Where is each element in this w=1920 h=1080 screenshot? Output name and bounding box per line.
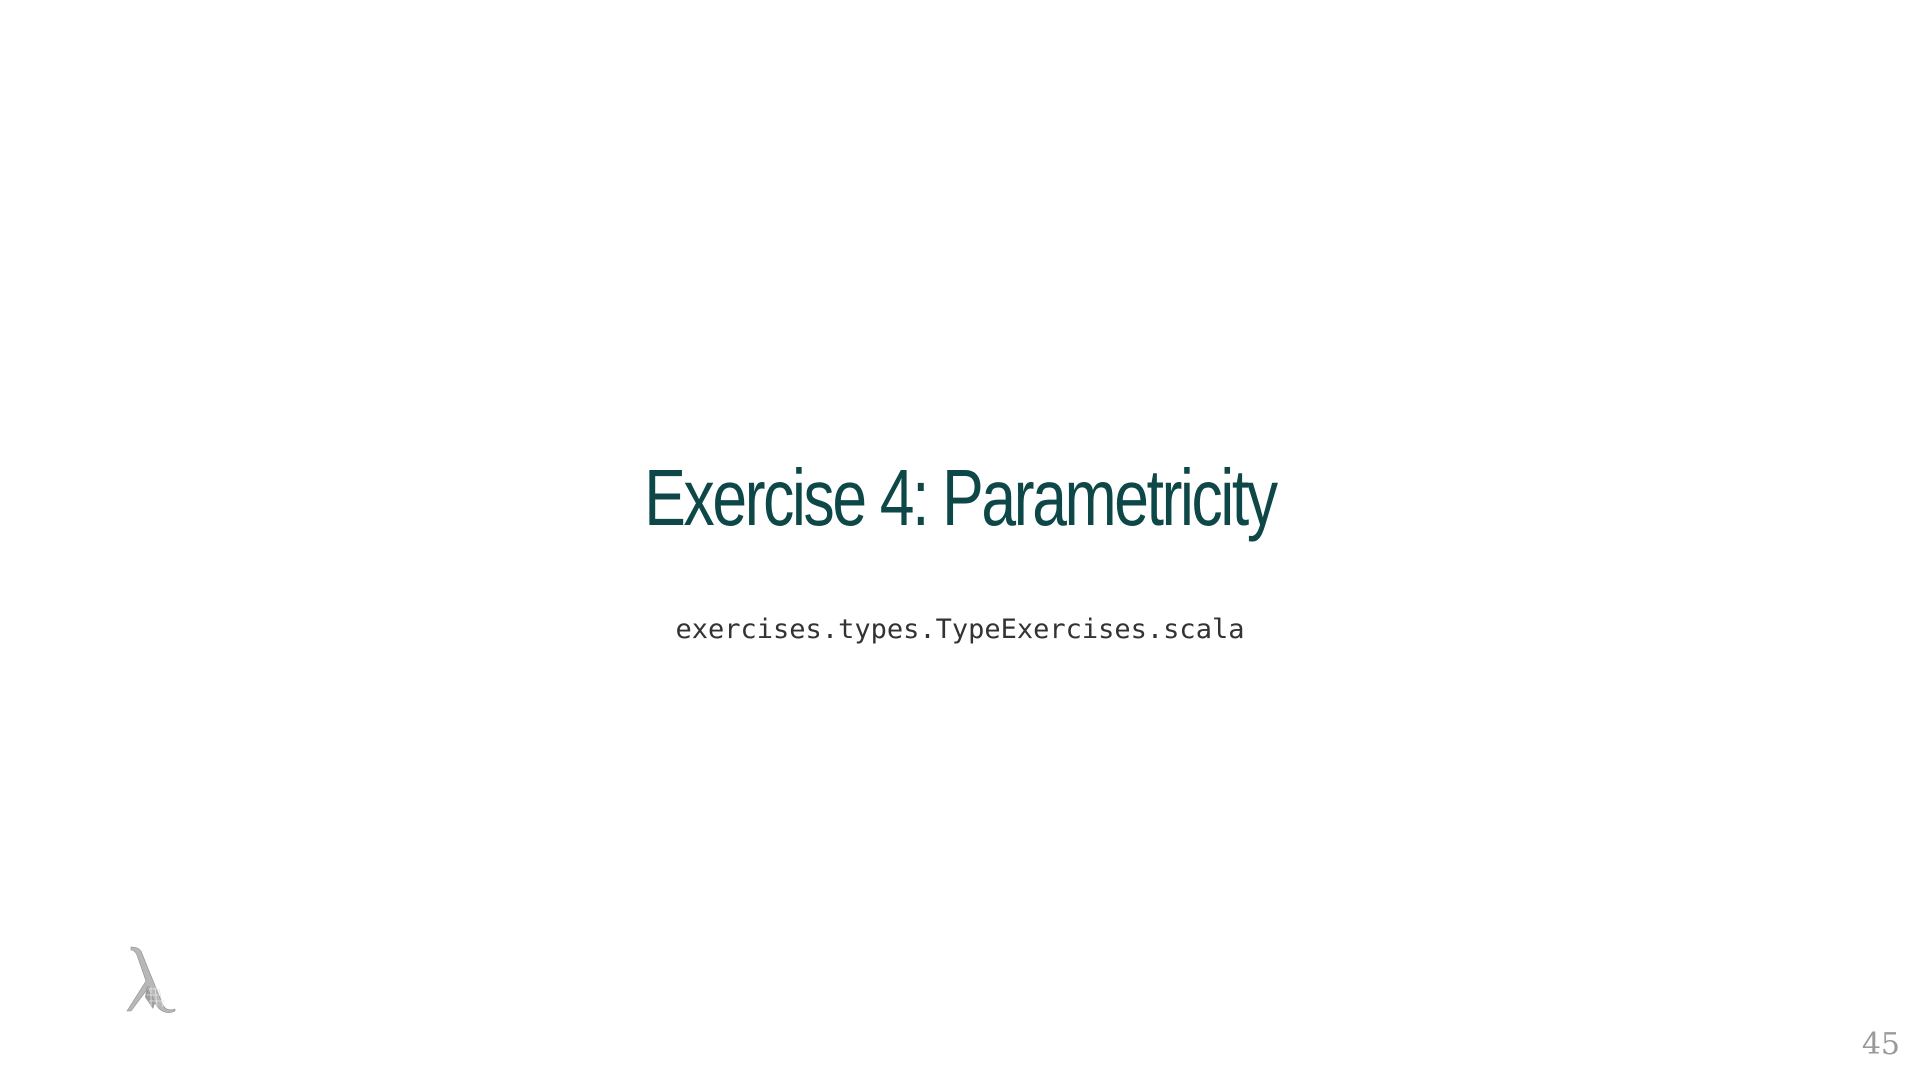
slide-title: Exercise 4: Parametricity	[644, 453, 1278, 542]
slide-subtitle: exercises.types.TypeExercises.scala	[675, 614, 1245, 645]
lambda-logo-icon	[126, 946, 176, 1013]
slide: Exercise 4: Parametricity exercises.type…	[0, 0, 1920, 1080]
page-number: 45	[1861, 1027, 1900, 1062]
